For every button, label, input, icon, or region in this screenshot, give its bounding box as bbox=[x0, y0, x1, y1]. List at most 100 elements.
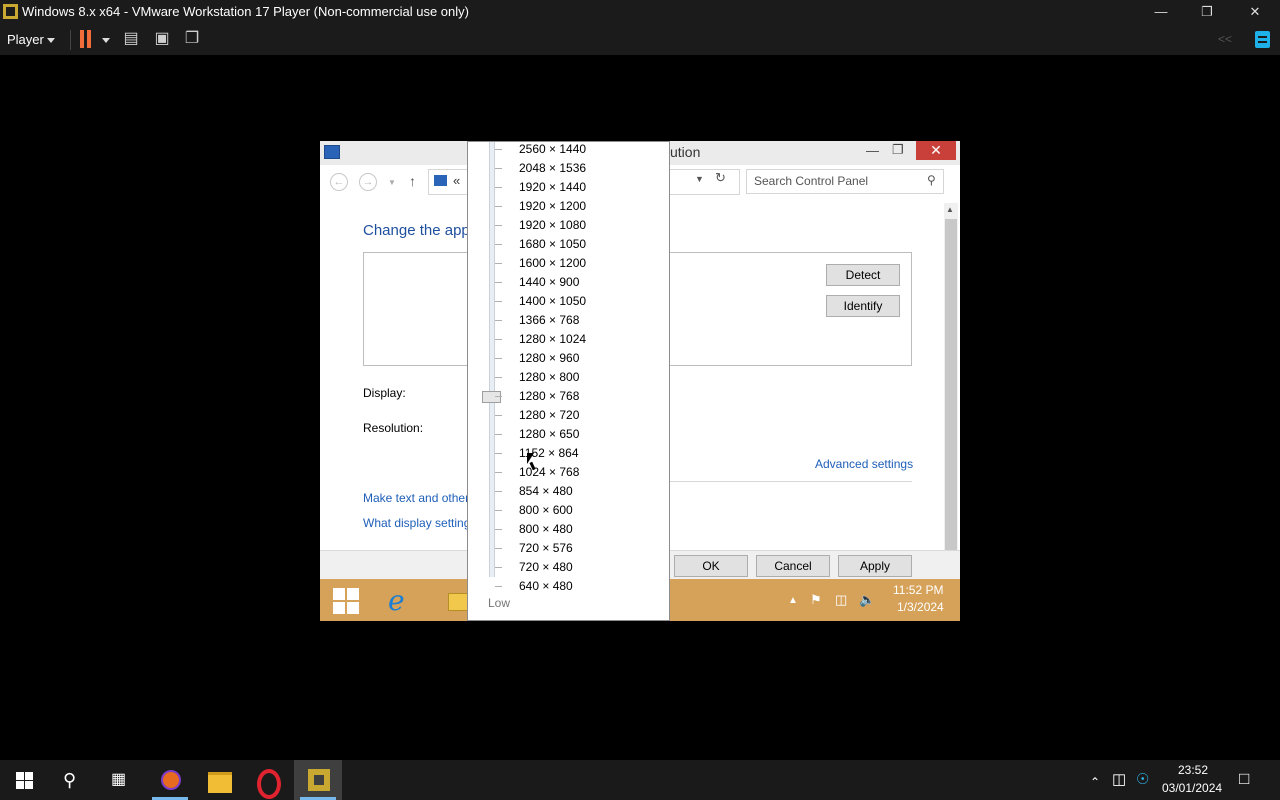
firefox-icon[interactable] bbox=[161, 770, 181, 790]
slider-tick bbox=[495, 149, 502, 150]
resolution-option[interactable]: 1024 × 768 bbox=[519, 465, 579, 479]
resolution-dropdown[interactable]: 2560 × 1440 2048 × 1536 1920 × 1440 1920 × … bbox=[467, 141, 670, 621]
resolution-option[interactable]: 1280 × 650 bbox=[519, 427, 579, 441]
search-input[interactable]: Search Control Panel ⚲ bbox=[746, 169, 944, 194]
volume-icon[interactable]: 🔈 bbox=[859, 592, 875, 608]
show-hidden-icons-icon[interactable]: ▲ bbox=[788, 595, 798, 606]
scrollbar-thumb[interactable] bbox=[945, 219, 957, 551]
slider-tick bbox=[495, 453, 502, 454]
windows-start-icon[interactable] bbox=[16, 772, 33, 789]
resolution-option[interactable]: 1920 × 1440 bbox=[519, 180, 586, 194]
resolution-label: Resolution: bbox=[363, 421, 424, 435]
search-icon[interactable]: ⚲ bbox=[63, 771, 76, 789]
resolution-option[interactable]: 1280 × 960 bbox=[519, 351, 579, 365]
forward-icon[interactable]: → bbox=[359, 173, 377, 191]
detect-button[interactable]: Detect bbox=[826, 264, 900, 286]
resolution-option[interactable]: 720 × 480 bbox=[519, 560, 573, 574]
resolution-option[interactable]: 2560 × 1440 bbox=[519, 142, 586, 156]
slider-tick bbox=[495, 339, 502, 340]
host-clock-time[interactable]: 23:52 bbox=[1178, 763, 1208, 777]
resolution-option[interactable]: 1920 × 1080 bbox=[519, 218, 586, 232]
resolution-option[interactable]: 1366 × 768 bbox=[519, 313, 579, 327]
apply-button[interactable]: Apply bbox=[838, 555, 912, 577]
slider-tick bbox=[495, 415, 502, 416]
resolution-option[interactable]: 1440 × 900 bbox=[519, 275, 579, 289]
slider-tick bbox=[495, 491, 502, 492]
unity-icon[interactable]: ❐ bbox=[183, 30, 201, 48]
file-explorer-icon[interactable] bbox=[208, 772, 232, 793]
identify-button[interactable]: Identify bbox=[826, 295, 900, 317]
pause-icon[interactable] bbox=[87, 30, 91, 48]
cancel-button[interactable]: Cancel bbox=[756, 555, 830, 577]
slider-tick bbox=[495, 434, 502, 435]
resolution-option[interactable]: 1280 × 800 bbox=[519, 370, 579, 384]
slider-tick bbox=[495, 225, 502, 226]
search-icon[interactable]: ⚲ bbox=[927, 173, 936, 187]
internet-explorer-icon[interactable]: e bbox=[388, 587, 405, 615]
guest-clock-time[interactable]: 11:52 PM bbox=[893, 583, 943, 597]
resolution-option[interactable]: 1920 × 1200 bbox=[519, 199, 586, 213]
send-keys-icon[interactable]: ▤ bbox=[122, 30, 140, 48]
network-icon[interactable]: ◫ bbox=[835, 592, 847, 608]
host-close-button[interactable]: ✕ bbox=[1232, 0, 1278, 24]
slider-tick bbox=[495, 510, 502, 511]
host-minimize-button[interactable]: — bbox=[1138, 0, 1184, 24]
windows-start-icon[interactable] bbox=[333, 588, 359, 614]
opera-icon[interactable] bbox=[257, 769, 281, 799]
resolution-slider-track[interactable] bbox=[489, 142, 495, 577]
resolution-option[interactable]: 1280 × 768 bbox=[519, 389, 579, 403]
resolution-slider-thumb[interactable] bbox=[482, 391, 501, 403]
pause-icon[interactable] bbox=[80, 30, 84, 48]
breadcrumb-overflow[interactable]: « bbox=[453, 173, 460, 188]
notes-icon[interactable] bbox=[1255, 31, 1270, 48]
scroll-up-icon[interactable]: ▲ bbox=[946, 205, 954, 214]
action-center-flag-icon[interactable]: ⚑ bbox=[810, 592, 822, 608]
resolution-option[interactable]: 640 × 480 bbox=[519, 579, 573, 593]
resolution-option[interactable]: 1680 × 1050 bbox=[519, 237, 586, 251]
resolution-option[interactable]: 1400 × 1050 bbox=[519, 294, 586, 308]
up-icon[interactable]: ↑ bbox=[409, 173, 416, 189]
chevron-down-icon[interactable] bbox=[47, 38, 55, 43]
slider-tick bbox=[495, 529, 502, 530]
search-placeholder: Search Control Panel bbox=[754, 174, 869, 188]
guest-maximize-button[interactable]: ❐ bbox=[892, 142, 904, 158]
vmware-icon[interactable] bbox=[308, 769, 330, 791]
display-settings-link[interactable]: What display setting bbox=[363, 516, 470, 530]
advanced-settings-link[interactable]: Advanced settings bbox=[815, 457, 913, 471]
resolution-option[interactable]: 800 × 600 bbox=[519, 503, 573, 517]
chevron-down-icon[interactable]: ▼ bbox=[695, 174, 704, 184]
back-icon[interactable]: ← bbox=[330, 173, 348, 191]
player-menu[interactable]: Player bbox=[7, 32, 44, 47]
notifications-icon[interactable]: □ bbox=[1239, 770, 1249, 788]
refresh-icon[interactable]: ↻ bbox=[715, 170, 726, 186]
guest-clock-date[interactable]: 1/3/2024 bbox=[897, 600, 944, 614]
vmware-window-title: Windows 8.x x64 - VMware Workstation 17 … bbox=[22, 4, 469, 19]
resolution-option[interactable]: 2048 × 1536 bbox=[519, 161, 586, 175]
chevron-down-icon[interactable]: ▼ bbox=[388, 178, 396, 187]
fullscreen-icon[interactable]: ▣ bbox=[153, 30, 171, 48]
host-restore-button[interactable]: ❐ bbox=[1184, 0, 1230, 24]
resolution-option[interactable]: 1280 × 720 bbox=[519, 408, 579, 422]
guest-close-button[interactable]: ✕ bbox=[916, 141, 956, 160]
resolution-option[interactable]: 854 × 480 bbox=[519, 484, 573, 498]
chevron-down-icon[interactable] bbox=[102, 38, 110, 43]
host-clock-date[interactable]: 03/01/2024 bbox=[1162, 781, 1222, 795]
slider-tick bbox=[495, 206, 502, 207]
security-icon[interactable]: ☉ bbox=[1136, 771, 1149, 789]
resolution-option[interactable]: 1280 × 1024 bbox=[519, 332, 586, 346]
slider-tick bbox=[495, 187, 502, 188]
slider-tick bbox=[495, 301, 502, 302]
slider-tick bbox=[495, 548, 502, 549]
guest-minimize-button[interactable]: — bbox=[866, 143, 879, 158]
text-size-link[interactable]: Make text and other bbox=[363, 491, 469, 505]
collapse-icon[interactable]: << bbox=[1216, 30, 1234, 48]
network-icon[interactable]: ◫ bbox=[1112, 771, 1126, 789]
resolution-option[interactable]: 720 × 576 bbox=[519, 541, 573, 555]
show-hidden-icons-icon[interactable]: ⌃ bbox=[1090, 773, 1100, 791]
ok-button[interactable]: OK bbox=[674, 555, 748, 577]
slider-tick bbox=[495, 320, 502, 321]
resolution-option[interactable]: 800 × 480 bbox=[519, 522, 573, 536]
task-view-icon[interactable]: ▦ bbox=[111, 771, 126, 789]
vmware-toolbar: Player ▤ ▣ ❐ << bbox=[0, 24, 1280, 55]
resolution-option[interactable]: 1600 × 1200 bbox=[519, 256, 586, 270]
